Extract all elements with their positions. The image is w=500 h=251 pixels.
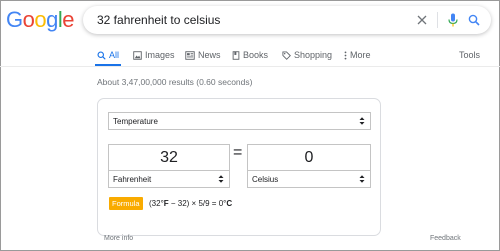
logo-letter: o [34,7,47,32]
tab-news[interactable]: News [185,50,221,60]
tab-label: All [109,50,120,60]
unit-type-value: Temperature [113,116,158,126]
book-icon [232,50,240,60]
tab-shopping[interactable]: Shopping [282,50,332,60]
logo-letter: o [22,7,35,32]
to-value: 0 [304,149,314,166]
select-arrows-icon [359,175,365,183]
tag-icon [282,50,291,60]
tab-label: Shopping [294,50,333,60]
unit-type-select[interactable]: Temperature [108,112,371,130]
select-arrows-icon [218,175,224,183]
more-info-link[interactable]: More info [104,235,133,242]
tools-button[interactable]: Tools [459,50,480,60]
tab-more[interactable]: More [344,50,371,60]
tab-all[interactable]: All [97,50,119,60]
logo-letter: g [46,7,58,32]
feedback-link[interactable]: Feedback [430,235,461,242]
result-stats: About 3,47,00,000 results (0.60 seconds) [97,77,253,87]
from-unit-value: Fahrenheit [113,174,152,184]
search-box[interactable]: 32 fahrenheit to celsius [83,6,491,34]
formula-text: (32°F − 32) × 5/9 = 0°C [149,199,233,208]
from-value: 32 [160,149,178,166]
search-tabs: All Images News Books Shopping More Tool… [0,50,500,64]
search-input[interactable]: 32 fahrenheit to celsius [97,13,220,27]
search-icon[interactable] [466,12,482,28]
to-unit-value: Celsius [252,174,279,184]
tabs-divider [0,66,500,67]
to-value-input[interactable]: 0 [247,144,371,171]
unit-converter-card: Temperature 32 = 0 Fahrenheit Celsius Fo… [97,98,381,236]
search-divider [437,12,438,28]
tab-label: More [350,50,371,60]
to-unit-select[interactable]: Celsius [247,170,371,188]
from-unit-select[interactable]: Fahrenheit [108,170,230,188]
clear-icon[interactable] [414,12,430,28]
logo-letter: e [62,7,75,32]
news-icon [185,50,195,60]
equals-sign: = [233,144,243,161]
tab-label: Books [243,50,269,60]
tab-images[interactable]: Images [133,50,175,60]
formula-badge: Formula [109,197,143,210]
from-value-input[interactable]: 32 [108,144,230,171]
tab-books[interactable]: Books [232,50,268,60]
google-logo[interactable]: Google [6,7,75,32]
microphone-icon[interactable] [445,12,461,28]
logo-letter: G [6,7,23,32]
select-arrows-icon [359,117,365,125]
more-dots-icon [344,50,347,60]
tab-label: Images [145,50,175,60]
tab-label: News [198,50,221,60]
image-icon [133,50,142,60]
search-icon [97,50,106,60]
